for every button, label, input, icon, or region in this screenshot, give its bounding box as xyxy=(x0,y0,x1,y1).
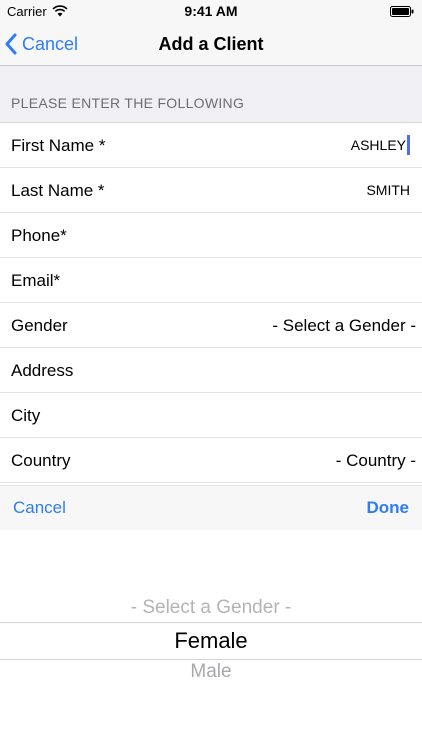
first-name-value: ASHLEY xyxy=(350,137,406,153)
address-row[interactable]: Address xyxy=(0,348,422,393)
gender-label: Gender xyxy=(11,316,68,335)
country-select[interactable]: - Country - xyxy=(336,438,416,483)
gender-select[interactable]: - Select a Gender - xyxy=(272,303,416,348)
battery-icon xyxy=(390,6,414,17)
first-name-row[interactable]: First Name * ASHLEY xyxy=(0,123,422,168)
first-name-label: First Name * xyxy=(11,136,106,155)
back-label: Cancel xyxy=(22,33,79,54)
text-cursor xyxy=(407,134,410,155)
last-name-row[interactable]: Last Name * SMITH xyxy=(0,168,422,213)
last-name-field[interactable]: SMITH xyxy=(366,168,410,213)
status-bar: Carrier 9:41 AM xyxy=(0,0,422,22)
client-form: First Name * ASHLEY Last Name * SMITH Ph… xyxy=(0,123,422,483)
phone-label: Phone* xyxy=(11,226,67,245)
picker-done-button[interactable]: Done xyxy=(367,486,410,530)
gender-row[interactable]: Gender - Select a Gender - xyxy=(0,303,422,348)
picker-selected-option[interactable]: Female xyxy=(0,622,422,660)
country-row[interactable]: Country - Country - xyxy=(0,438,422,483)
email-row[interactable]: Email* xyxy=(0,258,422,303)
city-label: City xyxy=(11,406,41,425)
picker-toolbar: Cancel Done xyxy=(0,485,422,530)
phone-row[interactable]: Phone* xyxy=(0,213,422,258)
last-name-label: Last Name * xyxy=(11,181,105,200)
section-header-label: PLEASE ENTER THE FOLLOWING xyxy=(11,95,245,111)
first-name-field[interactable]: ASHLEY xyxy=(351,123,410,168)
gender-picker[interactable]: - Select a Gender - Female Male xyxy=(0,530,422,750)
status-time: 9:41 AM xyxy=(184,3,238,19)
country-label: Country xyxy=(11,451,71,470)
picker-option[interactable]: - Select a Gender - xyxy=(0,597,422,619)
city-row[interactable]: City xyxy=(0,393,422,438)
picker-option[interactable]: Male xyxy=(0,661,422,683)
cancel-back-button[interactable]: Cancel xyxy=(4,22,78,66)
section-header: PLEASE ENTER THE FOLLOWING xyxy=(0,66,422,123)
navigation-bar: Cancel Add a Client xyxy=(0,22,422,66)
picker-cancel-button[interactable]: Cancel xyxy=(13,486,66,530)
address-label: Address xyxy=(11,361,74,380)
chevron-left-icon xyxy=(5,33,17,55)
email-label: Email* xyxy=(11,271,61,290)
